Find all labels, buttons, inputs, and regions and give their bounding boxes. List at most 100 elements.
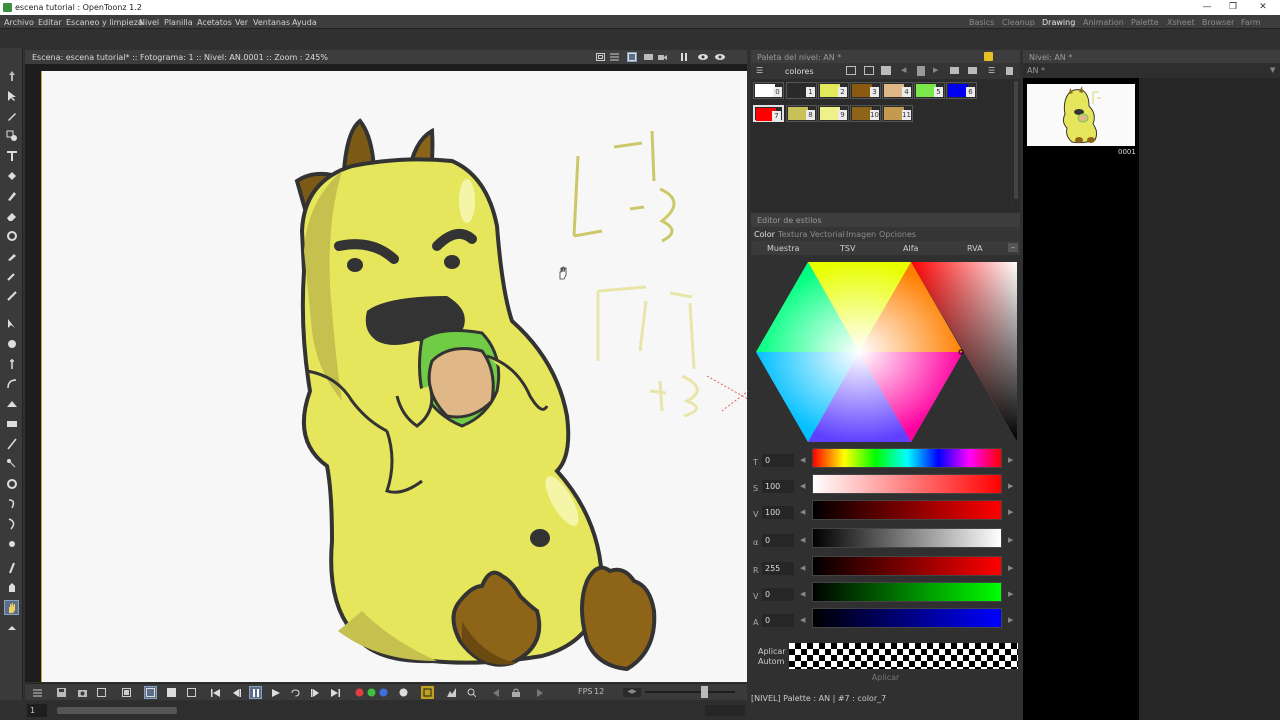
sat-field[interactable]: 100 [762,480,794,493]
control-point-editor-icon[interactable] [4,288,19,303]
new-page-icon[interactable] [968,67,977,74]
menu-planilla[interactable]: Planilla [164,18,193,27]
histogram-icon[interactable] [445,686,458,699]
edit-name-icon[interactable] [864,66,874,75]
camera-view-icon[interactable] [657,52,667,62]
menu-archivo[interactable]: Archivo [4,18,34,27]
onion-skin-icon[interactable] [421,686,434,699]
plastic-icon[interactable] [4,496,19,511]
hue-field[interactable]: 0 [762,454,794,467]
tab-color[interactable]: Color [754,230,775,239]
safe-area-icon[interactable] [595,52,605,62]
alpha-slider[interactable] [812,528,1002,548]
tracker-icon[interactable] [4,456,19,471]
frame-field[interactable]: 1 [27,704,47,717]
style-chip-6[interactable]: 6 [946,82,977,99]
type-tool-icon[interactable] [4,148,19,163]
next-frame-icon[interactable] [309,686,322,699]
menu-icon[interactable] [31,686,44,699]
expand-tools-icon[interactable] [4,620,19,635]
style-chip-1[interactable]: 1 [786,82,817,99]
hue-inc-icon[interactable]: ▶ [1008,456,1013,464]
compare-icon[interactable] [95,686,108,699]
chevron-down-icon[interactable]: ▼ [1270,66,1275,74]
white-bg-icon[interactable] [144,686,157,699]
magnet-icon[interactable] [4,356,19,371]
new-style-icon[interactable] [950,67,959,74]
style-chip-3[interactable]: 3 [850,82,881,99]
red-dec-icon[interactable]: ◀ [800,564,805,572]
camera-stand-icon[interactable] [627,52,637,62]
tab-textura[interactable]: Textura [778,230,807,239]
blue-inc-icon[interactable]: ▶ [1008,616,1013,624]
palette-menu-icon[interactable]: ☰ [756,66,763,75]
palette-lock-icon[interactable] [984,52,993,61]
hue-hexagon[interactable] [751,256,1020,446]
sat-slider[interactable] [812,474,1002,494]
snapshot-icon[interactable] [76,686,89,699]
rgb-picker-icon[interactable] [4,268,19,283]
fps-slider-handle[interactable] [701,686,708,698]
style-picker-icon[interactable] [4,248,19,263]
next-marker-icon[interactable] [533,686,546,699]
subtab-alfa[interactable]: Alfa [903,244,918,253]
style-chip-10[interactable]: 10 [850,105,881,122]
room-xsheet[interactable]: Xsheet [1167,18,1195,27]
finger-icon[interactable] [4,580,19,595]
field-guide-icon[interactable] [609,52,619,62]
pause-icon[interactable] [249,686,262,699]
subcamera-preview-icon[interactable] [715,52,725,62]
style-chip-2[interactable]: 2 [818,82,849,99]
skeleton-icon[interactable] [4,436,19,451]
val-dec-icon[interactable]: ◀ [800,508,805,516]
room-animation[interactable]: Animation [1083,18,1124,27]
maximize-button[interactable]: ❐ [1222,1,1244,14]
minimize-button[interactable]: — [1196,1,1218,14]
val-slider[interactable] [812,500,1002,520]
freeze-icon[interactable] [679,52,689,62]
last-frame-icon[interactable] [329,686,342,699]
tab-vectorial[interactable]: Vectorial [810,230,845,239]
room-palette[interactable]: Palette [1131,18,1159,27]
pinch-icon[interactable] [4,316,19,331]
red-slider[interactable] [812,556,1002,576]
bender-icon[interactable] [4,376,19,391]
menu-ver[interactable]: Ver [235,18,248,27]
lock-icon[interactable] [509,686,522,699]
close-button[interactable]: ✕ [1252,1,1274,14]
paint-brush-icon[interactable] [4,188,19,203]
first-frame-icon[interactable] [209,686,222,699]
color-wheel-area[interactable] [751,256,1020,446]
room-drawing[interactable]: Drawing [1042,18,1075,27]
palette-scrollbar[interactable] [1012,79,1020,212]
blue-dec-icon[interactable]: ◀ [800,616,805,624]
loop-icon[interactable] [289,686,302,699]
fps-value[interactable]: 12 [594,687,604,696]
style-chip-8[interactable]: 8 [786,105,817,122]
hook-icon[interactable] [4,476,19,491]
blue-slider[interactable] [812,608,1002,628]
blue-channel-icon[interactable] [377,686,390,699]
search-icon[interactable] [465,686,478,699]
menu-nivel[interactable]: Nivel [139,18,159,27]
tape-icon[interactable] [4,228,19,243]
hue-dec-icon[interactable]: ◀ [800,456,805,464]
green-inc-icon[interactable]: ▶ [1008,590,1013,598]
preview-icon[interactable] [698,52,708,62]
rotate-icon[interactable] [4,536,19,551]
pump-icon[interactable] [4,336,19,351]
style-chip-9[interactable]: 9 [818,105,849,122]
eraser-icon[interactable] [4,208,19,223]
cutter-icon[interactable] [4,416,19,431]
val-inc-icon[interactable]: ▶ [1008,508,1013,516]
frame-slider[interactable] [57,707,177,714]
style-chip-5[interactable]: 5 [914,82,945,99]
red-inc-icon[interactable]: ▶ [1008,564,1013,572]
val-field[interactable]: 100 [762,506,794,519]
prev-page-icon[interactable]: ◀ [901,66,906,74]
tab-opciones[interactable]: Opciones [879,230,916,239]
checkerboard-bg-icon[interactable] [120,686,133,699]
auto-apply-toggle[interactable]: Aplicar Autom [758,647,786,667]
hue-slider[interactable] [812,448,1002,468]
green-field[interactable]: 0 [762,588,794,601]
